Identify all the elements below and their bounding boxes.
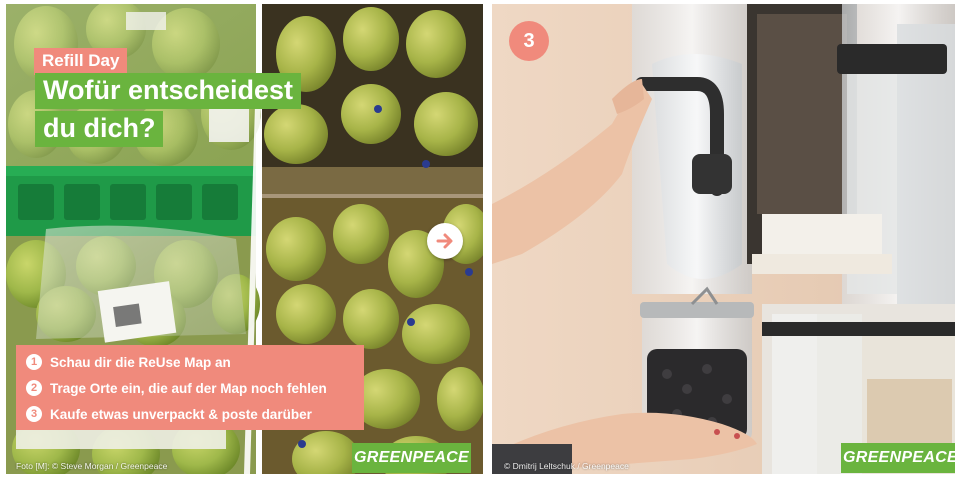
dispenser-photo bbox=[492, 4, 955, 474]
arrow-right-icon bbox=[436, 233, 453, 249]
step-text: Kaufe etwas unverpackt & poste darüber bbox=[50, 406, 312, 422]
step-number: 2 bbox=[26, 380, 42, 396]
right-post: 3 GREENPEACE © Dmitrij Leltschuk / Green… bbox=[492, 4, 955, 474]
step-number: 1 bbox=[26, 354, 42, 370]
greenpeace-logo: GREENPEACE bbox=[841, 443, 955, 473]
greenpeace-logo: GREENPEACE bbox=[352, 443, 471, 473]
page-number-badge: 3 bbox=[509, 21, 549, 61]
headline-line-2: du dich? bbox=[35, 111, 164, 147]
step-number: 3 bbox=[26, 406, 42, 422]
steps-box: 1 Schau dir die ReUse Map an 2 Trage Ort… bbox=[16, 345, 364, 430]
headline-line-1: Wofür entscheidest bbox=[35, 73, 302, 109]
photo-credit: Foto [M]: © Steve Morgan / Greenpeace bbox=[16, 461, 168, 471]
step-item: 3 Kaufe etwas unverpackt & poste darüber bbox=[26, 401, 354, 427]
next-slide-button[interactable] bbox=[427, 223, 463, 259]
photo-credit: © Dmitrij Leltschuk / Greenpeace bbox=[504, 461, 629, 471]
refill-day-tag: Refill Day bbox=[34, 48, 128, 75]
step-item: 1 Schau dir die ReUse Map an bbox=[26, 349, 354, 375]
step-text: Trage Orte ein, die auf der Map noch feh… bbox=[50, 380, 327, 396]
step-item: 2 Trage Orte ein, die auf der Map noch f… bbox=[26, 375, 354, 401]
step-text: Schau dir die ReUse Map an bbox=[50, 354, 231, 370]
left-post: Refill Day Wofür entscheidest du dich? 1… bbox=[6, 4, 483, 474]
